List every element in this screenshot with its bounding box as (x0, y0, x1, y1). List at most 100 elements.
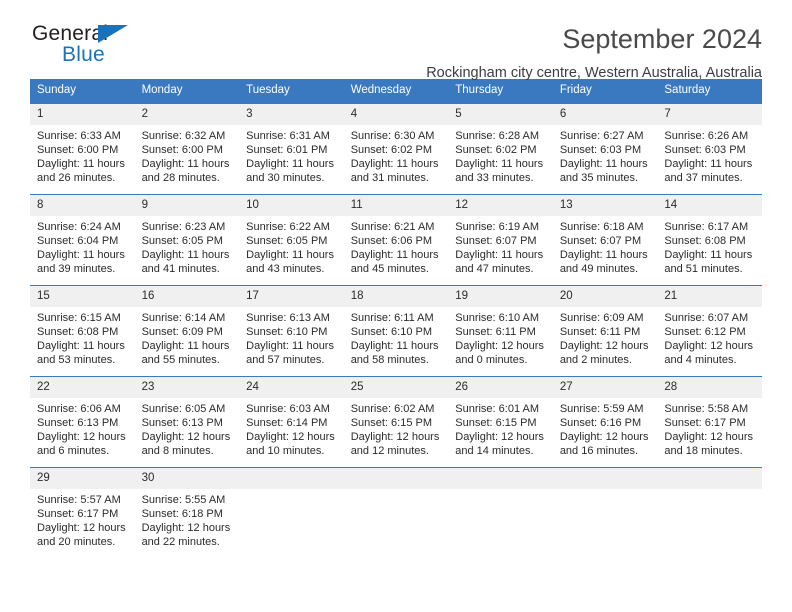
daylight-text: Daylight: 11 hours and 45 minutes. (350, 249, 439, 275)
daylight-text: Daylight: 11 hours and 49 minutes. (559, 249, 648, 275)
calendar-day-cell[interactable]: 9 Sunrise: 6:23 AM Sunset: 6:05 PM Daylight… (134, 194, 240, 286)
calendar-day-cell[interactable]: 16 Sunrise: 6:14 AM Sunset: 6:09 PM Dayligh… (134, 285, 240, 377)
day-number: 8 (30, 195, 135, 216)
calendar-day-cell[interactable]: 2 Sunrise: 6:32 AM Sunset: 6:00 PM Daylight… (134, 103, 240, 195)
sunset-text: Sunset: 6:07 PM (455, 235, 537, 247)
calendar-day-cell[interactable]: 18 Sunrise: 6:11 AM Sunset: 6:10 PM Dayligh… (343, 285, 449, 377)
sunset-text: Sunset: 6:10 PM (350, 326, 433, 338)
daylight-text: Daylight: 12 hours and 14 minutes. (455, 431, 544, 457)
logo-triangle-icon (98, 25, 128, 43)
calendar-day-cell[interactable]: 20 Sunrise: 6:09 AM Sunset: 6:11 PM Dayligh… (552, 285, 658, 377)
day-number: 7 (657, 104, 762, 125)
sunrise-text: Sunrise: 6:24 AM (37, 221, 121, 233)
day-details: Sunrise: 6:27 AM Sunset: 6:03 PM Daylight:… (553, 125, 658, 185)
day-details: Sunrise: 5:57 AM Sunset: 6:17 PM Daylight:… (30, 489, 135, 549)
day-number: 13 (552, 195, 658, 216)
day-details: Sunrise: 6:21 AM Sunset: 6:06 PM Daylight:… (344, 216, 449, 276)
calendar-day-cell[interactable]: 27 Sunrise: 5:59 AM Sunset: 6:16 PM Dayligh… (552, 376, 658, 468)
day-number (343, 468, 449, 489)
calendar-day-cell-empty (552, 467, 658, 558)
calendar-day-cell[interactable]: 1 Sunrise: 6:33 AM Sunset: 6:00 PM Daylight… (30, 103, 135, 195)
day-number: 6 (552, 104, 658, 125)
calendar-day-cell[interactable]: 13 Sunrise: 6:18 AM Sunset: 6:07 PM Dayligh… (552, 194, 658, 286)
sunrise-text: Sunrise: 6:19 AM (455, 221, 540, 233)
calendar-day-cell[interactable]: 26 Sunrise: 6:01 AM Sunset: 6:15 PM Dayligh… (448, 376, 553, 468)
day-number: 2 (134, 104, 240, 125)
sunset-text: Sunset: 6:01 PM (246, 144, 328, 156)
page-header: General Blue September 2024 Rockingham c… (30, 0, 762, 81)
day-details: Sunrise: 6:07 AM Sunset: 6:12 PM Daylight:… (657, 307, 762, 367)
daylight-text: Daylight: 12 hours and 2 minutes. (559, 340, 649, 366)
sunrise-text: Sunrise: 6:06 AM (37, 403, 121, 415)
sunrise-text: Sunrise: 6:28 AM (455, 130, 540, 142)
sunrise-text: Sunrise: 5:57 AM (37, 494, 121, 506)
sunset-text: Sunset: 6:05 PM (246, 235, 328, 247)
day-details: Sunrise: 6:33 AM Sunset: 6:00 PM Daylight:… (30, 125, 135, 185)
day-number: 16 (134, 286, 240, 307)
daylight-text: Daylight: 11 hours and 47 minutes. (455, 249, 544, 275)
sunset-text: Sunset: 6:15 PM (350, 417, 433, 429)
sunset-text: Sunset: 6:17 PM (664, 417, 746, 429)
day-number: 5 (448, 104, 553, 125)
daylight-text: Daylight: 12 hours and 4 minutes. (664, 340, 754, 366)
day-number (239, 468, 344, 489)
calendar-day-cell[interactable]: 17 Sunrise: 6:13 AM Sunset: 6:10 PM Dayligh… (239, 285, 344, 377)
calendar-day-cell[interactable]: 24 Sunrise: 6:03 AM Sunset: 6:14 PM Dayligh… (239, 376, 344, 468)
day-number: 10 (239, 195, 344, 216)
generalblue-logo[interactable]: General Blue (30, 22, 150, 68)
sunrise-text: Sunrise: 6:13 AM (246, 312, 330, 324)
weekday-header-friday: Friday (552, 79, 658, 104)
calendar-day-cell[interactable]: 5 Sunrise: 6:28 AM Sunset: 6:02 PM Daylight… (448, 103, 553, 195)
calendar-day-cell[interactable]: 15 Sunrise: 6:15 AM Sunset: 6:08 PM Dayligh… (30, 285, 135, 377)
calendar-day-cell[interactable]: 7 Sunrise: 6:26 AM Sunset: 6:03 PM Daylight… (657, 103, 762, 195)
day-number: 30 (134, 468, 240, 489)
sunrise-text: Sunrise: 6:17 AM (664, 221, 749, 233)
calendar-day-cell[interactable]: 14 Sunrise: 6:17 AM Sunset: 6:08 PM Dayligh… (657, 194, 762, 286)
calendar-page: General Blue September 2024 Rockingham c… (0, 0, 792, 612)
calendar-day-cell[interactable]: 4 Sunrise: 6:30 AM Sunset: 6:02 PM Daylight… (343, 103, 449, 195)
day-number: 27 (552, 377, 658, 398)
sunset-text: Sunset: 6:07 PM (559, 235, 642, 247)
weekday-header-monday: Monday (134, 79, 240, 104)
page-subtitle: Rockingham city centre, Western Australi… (426, 65, 762, 81)
day-number: 18 (343, 286, 449, 307)
day-details: Sunrise: 6:13 AM Sunset: 6:10 PM Daylight:… (239, 307, 344, 367)
sunrise-text: Sunrise: 6:10 AM (455, 312, 540, 324)
daylight-text: Daylight: 12 hours and 8 minutes. (141, 431, 231, 457)
calendar-day-cell[interactable]: 3 Sunrise: 6:31 AM Sunset: 6:01 PM Daylight… (239, 103, 344, 195)
day-number: 20 (552, 286, 658, 307)
sunset-text: Sunset: 6:05 PM (141, 235, 223, 247)
day-number: 1 (30, 104, 135, 125)
day-details: Sunrise: 6:02 AM Sunset: 6:15 PM Daylight:… (344, 398, 449, 458)
calendar-day-cell[interactable]: 10 Sunrise: 6:22 AM Sunset: 6:05 PM Dayligh… (239, 194, 344, 286)
calendar-day-cell[interactable]: 30 Sunrise: 5:55 AM Sunset: 6:18 PM Dayligh… (134, 467, 240, 558)
calendar-day-cell-empty (448, 467, 553, 558)
day-number: 3 (239, 104, 344, 125)
sunrise-text: Sunrise: 6:26 AM (664, 130, 749, 142)
daylight-text: Daylight: 11 hours and 43 minutes. (246, 249, 334, 275)
weekday-header-wednesday: Wednesday (343, 79, 449, 104)
sunset-text: Sunset: 6:15 PM (455, 417, 537, 429)
calendar-day-cell[interactable]: 6 Sunrise: 6:27 AM Sunset: 6:03 PM Daylight… (552, 103, 658, 195)
day-details: Sunrise: 6:06 AM Sunset: 6:13 PM Daylight:… (30, 398, 135, 458)
daylight-text: Daylight: 11 hours and 30 minutes. (246, 158, 334, 184)
day-number: 15 (30, 286, 135, 307)
day-number: 4 (343, 104, 449, 125)
calendar-day-cell[interactable]: 21 Sunrise: 6:07 AM Sunset: 6:12 PM Dayligh… (657, 285, 762, 377)
calendar-day-cell[interactable]: 29 Sunrise: 5:57 AM Sunset: 6:17 PM Dayligh… (30, 467, 135, 558)
sunrise-text: Sunrise: 6:31 AM (246, 130, 330, 142)
calendar-day-cell[interactable]: 25 Sunrise: 6:02 AM Sunset: 6:15 PM Dayligh… (343, 376, 449, 468)
day-details: Sunrise: 6:19 AM Sunset: 6:07 PM Daylight:… (448, 216, 553, 276)
daylight-text: Daylight: 11 hours and 35 minutes. (559, 158, 648, 184)
calendar-day-cell[interactable]: 12 Sunrise: 6:19 AM Sunset: 6:07 PM Dayligh… (448, 194, 553, 286)
calendar-day-cell[interactable]: 28 Sunrise: 5:58 AM Sunset: 6:17 PM Dayligh… (657, 376, 762, 468)
day-number (657, 468, 762, 489)
title-block: September 2024 Rockingham city centre, W… (426, 22, 762, 82)
day-details: Sunrise: 6:14 AM Sunset: 6:09 PM Daylight:… (135, 307, 240, 367)
daylight-text: Daylight: 12 hours and 12 minutes. (350, 431, 440, 457)
calendar-day-cell[interactable]: 11 Sunrise: 6:21 AM Sunset: 6:06 PM Dayligh… (343, 194, 449, 286)
calendar-day-cell[interactable]: 19 Sunrise: 6:10 AM Sunset: 6:11 PM Dayligh… (448, 285, 553, 377)
calendar-day-cell[interactable]: 22 Sunrise: 6:06 AM Sunset: 6:13 PM Dayligh… (30, 376, 135, 468)
calendar-day-cell[interactable]: 23 Sunrise: 6:05 AM Sunset: 6:13 PM Dayligh… (134, 376, 240, 468)
calendar-day-cell[interactable]: 8 Sunrise: 6:24 AM Sunset: 6:04 PM Daylight… (30, 194, 135, 286)
